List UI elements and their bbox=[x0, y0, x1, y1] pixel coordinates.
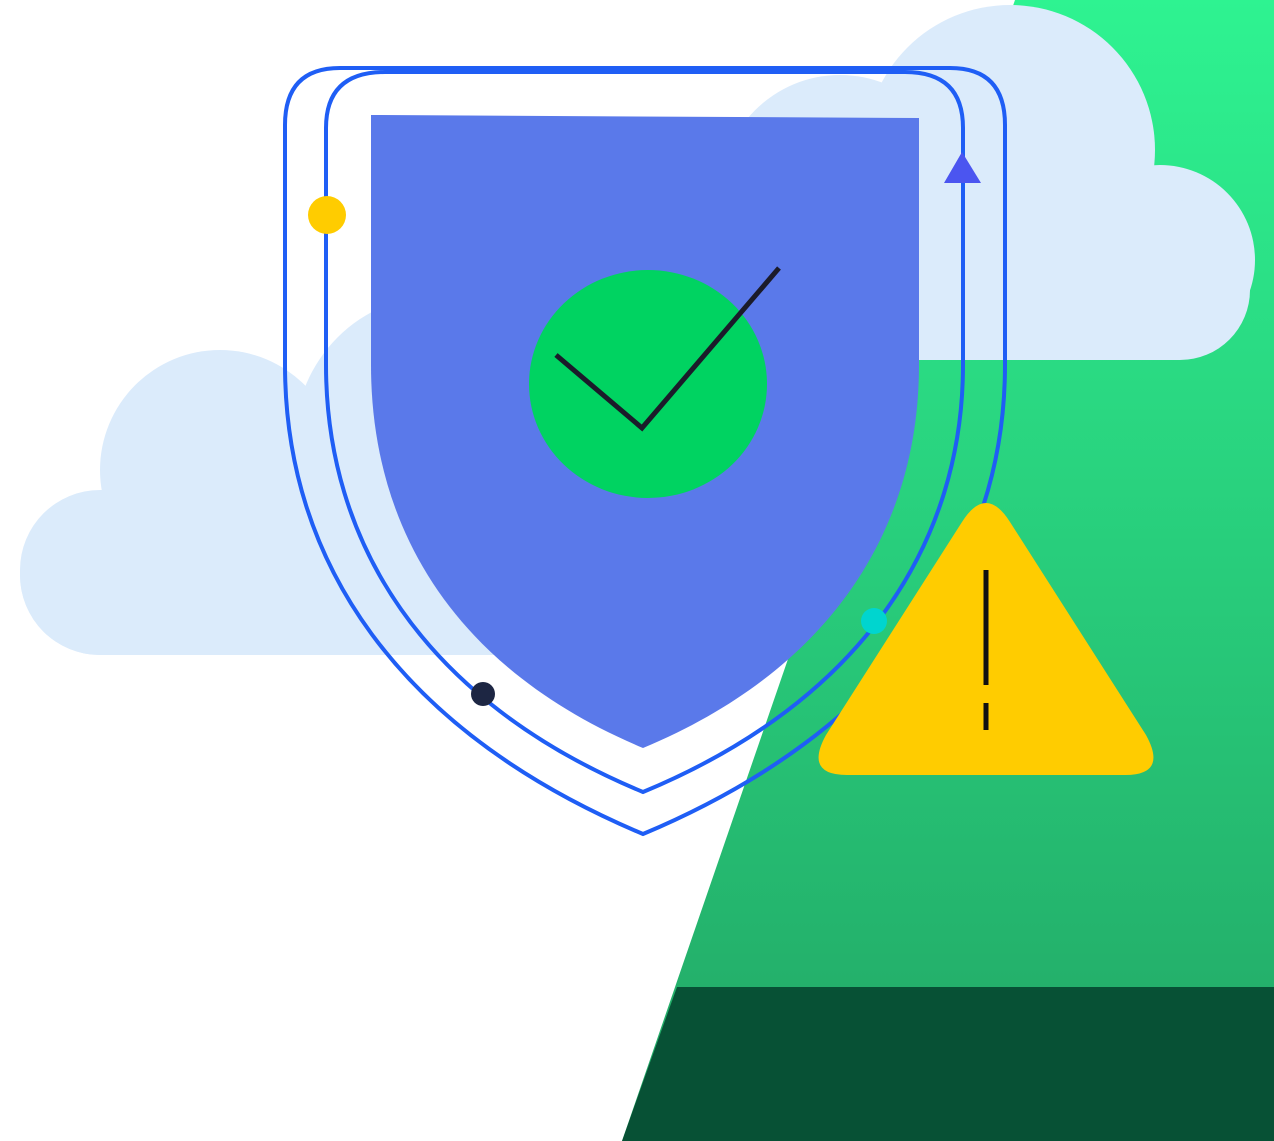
cyan-dot bbox=[861, 608, 887, 634]
yellow-dot bbox=[308, 196, 346, 234]
security-illustration bbox=[0, 0, 1274, 1141]
dark-green-band bbox=[622, 987, 1274, 1141]
navy-dot bbox=[471, 682, 495, 706]
check-circle bbox=[529, 270, 767, 498]
illustration-svg bbox=[20, 0, 1274, 1141]
